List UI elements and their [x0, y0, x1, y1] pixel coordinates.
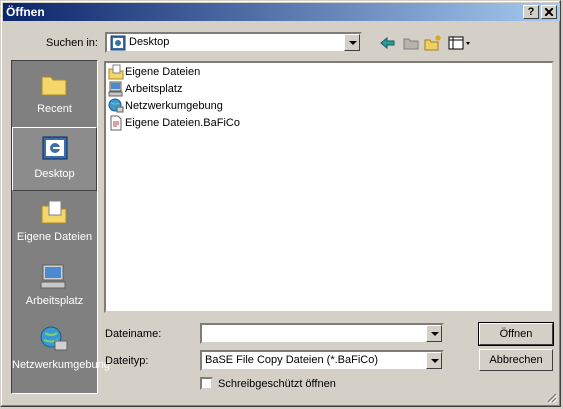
file-list[interactable]: Eigene Dateien Arbeitsplatz Netzwerkumge… [104, 61, 554, 313]
resize-grip-icon[interactable] [545, 391, 557, 403]
place-recent[interactable]: Recent [12, 63, 97, 127]
filename-combo[interactable] [200, 323, 444, 344]
place-label: Eigene Dateien [16, 231, 93, 243]
filename-dropdown-button[interactable] [426, 325, 442, 342]
view-menu-icon[interactable] [448, 34, 472, 52]
filename-label: Dateiname: [105, 328, 162, 340]
place-desktop[interactable]: Desktop [12, 127, 97, 191]
desktop-icon [110, 35, 126, 51]
open-button[interactable]: Öffnen [478, 322, 554, 346]
network-icon [40, 326, 68, 351]
filetype-select[interactable]: BaSE File Copy Dateien (*.BaFiCo) [200, 350, 444, 371]
list-item[interactable]: Eigene Dateien [108, 64, 200, 81]
readonly-checkbox[interactable] [200, 377, 213, 390]
list-item[interactable]: Netzwerkumgebung [108, 98, 223, 115]
cancel-button[interactable]: Abbrechen [479, 349, 553, 371]
my-computer-icon [40, 264, 66, 289]
list-item[interactable]: Eigene Dateien.BaFiCo [108, 115, 240, 132]
close-button[interactable] [541, 5, 557, 19]
file-name: Eigene Dateien.BaFiCo [125, 117, 240, 129]
help-button[interactable]: ? [523, 5, 539, 19]
title-bar[interactable]: Öffnen ? [3, 3, 560, 21]
desktop-icon [42, 136, 68, 160]
open-dialog: Öffnen ? Suchen in: Desktop Recent Deskt… [0, 0, 561, 407]
list-item[interactable]: Arbeitsplatz [108, 81, 182, 98]
places-bar: Recent Desktop Eigene Dateien Arbeitspla… [11, 60, 110, 394]
network-icon [108, 98, 124, 113]
recent-folder-icon [41, 76, 67, 96]
filetype-dropdown-button[interactable] [426, 352, 442, 369]
lookin-value: Desktop [129, 36, 170, 48]
my-computer-icon [108, 81, 123, 97]
place-my-documents[interactable]: Eigene Dateien [12, 191, 97, 255]
readonly-label: Schreibgeschützt öffnen [218, 378, 336, 390]
my-documents-icon [108, 64, 124, 80]
lookin-dropdown-button[interactable] [344, 34, 360, 51]
place-my-computer[interactable]: Arbeitsplatz [12, 255, 97, 319]
filetype-value: BaSE File Copy Dateien (*.BaFiCo) [205, 354, 379, 366]
file-name: Netzwerkumgebung [125, 100, 223, 112]
place-label: Arbeitsplatz [25, 295, 84, 307]
place-label: Recent [37, 103, 72, 115]
place-label: Desktop [34, 168, 75, 180]
up-folder-icon[interactable] [402, 34, 420, 52]
place-label: Netzwerkumgebung [12, 359, 110, 371]
my-documents-icon [41, 200, 67, 224]
close-icon [544, 7, 554, 17]
dialog-title: Öffnen [6, 5, 45, 19]
new-folder-icon[interactable] [424, 34, 442, 52]
back-arrow-icon[interactable] [379, 34, 397, 52]
lookin-label: Suchen in: [46, 37, 98, 49]
file-icon [110, 115, 122, 131]
lookin-combo[interactable]: Desktop [105, 32, 362, 53]
file-name: Arbeitsplatz [125, 83, 183, 95]
place-network[interactable]: Netzwerkumgebung [12, 319, 110, 383]
filetype-label: Dateityp: [105, 355, 149, 367]
file-name: Eigene Dateien [125, 66, 201, 78]
